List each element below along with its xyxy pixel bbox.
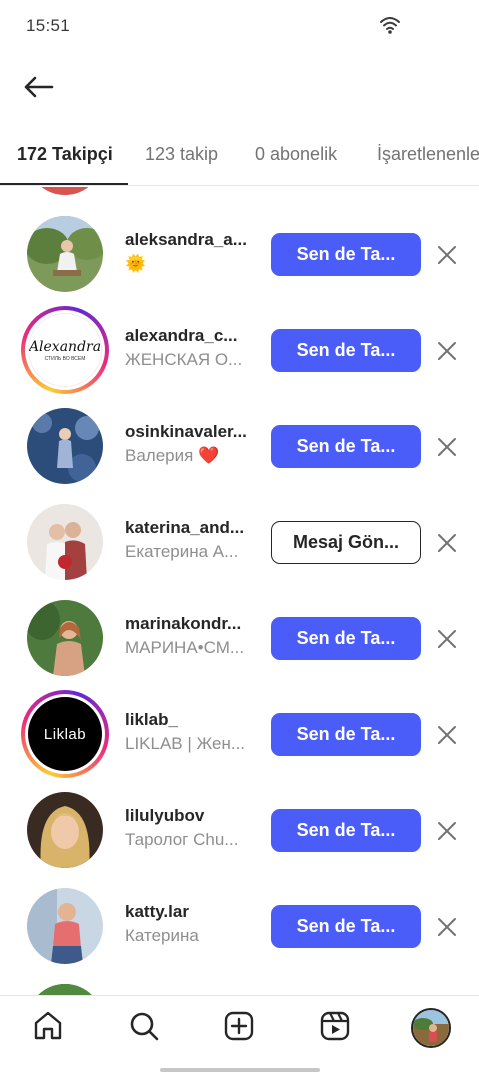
list-item[interactable]: lilulyubov Таролог Chu... Sen de Ta... xyxy=(0,782,479,878)
avatar-story-ring[interactable]: Liklab xyxy=(21,690,109,778)
follow-back-button[interactable]: Sen de Ta... xyxy=(271,617,421,660)
arrow-left-icon xyxy=(24,76,54,98)
home-icon[interactable] xyxy=(32,1010,64,1042)
avatar[interactable] xyxy=(27,792,103,868)
tab-flagged[interactable]: İşaretlenenler xyxy=(377,144,479,165)
follow-back-button[interactable]: Sen de Ta... xyxy=(271,329,421,372)
full-name: Екатерина А... xyxy=(125,542,239,561)
username[interactable]: alexandra_c... xyxy=(125,326,257,346)
create-icon[interactable] xyxy=(223,1010,255,1042)
list-item[interactable]: Alexandra СТИЛЬ ВО ВСЕМ alexandra_c... Ж… xyxy=(0,302,479,398)
close-icon[interactable] xyxy=(436,244,458,266)
tab-subscriptions[interactable]: 0 abonelik xyxy=(255,144,337,165)
avatar[interactable] xyxy=(27,600,103,676)
follow-tabs: 172 Takipçi 123 takip 0 abonelik İşaretl… xyxy=(0,126,479,186)
list-item[interactable]: Liklab liklab_ LIKLAB | Жен... Sen de Ta… xyxy=(0,686,479,782)
close-icon[interactable] xyxy=(436,340,458,362)
avatar-partial-bottom xyxy=(27,984,103,995)
list-item[interactable]: osinkinavaler... Валерия ❤️ Sen de Ta... xyxy=(0,398,479,494)
full-name: ЖЕНСКАЯ О... xyxy=(125,350,243,369)
list-item[interactable]: katty.lar Катерина Sen de Ta... xyxy=(0,878,479,974)
follow-back-button[interactable]: Sen de Ta... xyxy=(271,713,421,756)
close-icon[interactable] xyxy=(436,724,458,746)
avatar[interactable] xyxy=(27,408,103,484)
full-name: Катерина xyxy=(125,926,199,945)
close-icon[interactable] xyxy=(436,820,458,842)
search-icon[interactable] xyxy=(128,1010,160,1042)
close-icon[interactable] xyxy=(436,628,458,650)
username[interactable]: liklab_ xyxy=(125,710,257,730)
alexandra-logo-sub: СТИЛЬ ВО ВСЕМ xyxy=(44,355,86,362)
full-name: Валерия ❤️ xyxy=(125,446,220,465)
wifi-icon xyxy=(380,17,400,34)
follower-list[interactable]: aleksandra_a... 🌞 Sen de Ta... Alexandra… xyxy=(0,187,479,995)
avatar[interactable] xyxy=(27,504,103,580)
back-button[interactable] xyxy=(18,70,58,104)
bottom-navigation xyxy=(0,995,479,1080)
list-item[interactable]: marinakondr... МАРИНА•СМ... Sen de Ta... xyxy=(0,590,479,686)
status-bar: 15:51 xyxy=(0,0,479,52)
follow-back-button[interactable]: Sen de Ta... xyxy=(271,905,421,948)
avatar[interactable] xyxy=(27,888,103,964)
follow-back-button[interactable]: Sen de Ta... xyxy=(271,425,421,468)
follow-back-button[interactable]: Sen de Ta... xyxy=(271,233,421,276)
username[interactable]: osinkinavaler... xyxy=(125,422,257,442)
close-icon[interactable] xyxy=(436,436,458,458)
alexandra-logo: Alexandra xyxy=(28,338,102,355)
username[interactable]: marinakondr... xyxy=(125,614,257,634)
username[interactable]: katerina_and... xyxy=(125,518,257,538)
close-icon[interactable] xyxy=(436,916,458,938)
username[interactable]: aleksandra_a... xyxy=(125,230,257,250)
full-name: МАРИНА•СМ... xyxy=(125,638,245,657)
active-tab-indicator xyxy=(0,183,128,185)
avatar[interactable] xyxy=(27,216,103,292)
reels-icon[interactable] xyxy=(319,1010,351,1042)
list-item[interactable]: aleksandra_a... 🌞 Sen de Ta... xyxy=(0,206,479,302)
close-icon[interactable] xyxy=(436,532,458,554)
avatar-partial-top xyxy=(27,187,103,195)
send-message-button[interactable]: Mesaj Gön... xyxy=(271,521,421,564)
avatar-story-ring[interactable]: Alexandra СТИЛЬ ВО ВСЕМ xyxy=(21,306,109,394)
follow-back-button[interactable]: Sen de Ta... xyxy=(271,809,421,852)
username[interactable]: katty.lar xyxy=(125,902,257,922)
tab-followers[interactable]: 172 Takipçi xyxy=(17,144,113,165)
full-name: Таролог Chu... xyxy=(125,830,239,849)
status-time: 15:51 xyxy=(26,16,71,35)
username[interactable]: lilulyubov xyxy=(125,806,257,826)
home-indicator xyxy=(160,1068,320,1072)
tab-following[interactable]: 123 takip xyxy=(145,144,218,165)
list-item[interactable]: katerina_and... Екатерина А... Mesaj Gön… xyxy=(0,494,479,590)
liklab-logo: Liklab xyxy=(43,725,87,743)
full-name: LIKLAB | Жен... xyxy=(125,734,246,753)
profile-avatar[interactable] xyxy=(411,1008,451,1048)
full-name: 🌞 xyxy=(125,254,147,273)
